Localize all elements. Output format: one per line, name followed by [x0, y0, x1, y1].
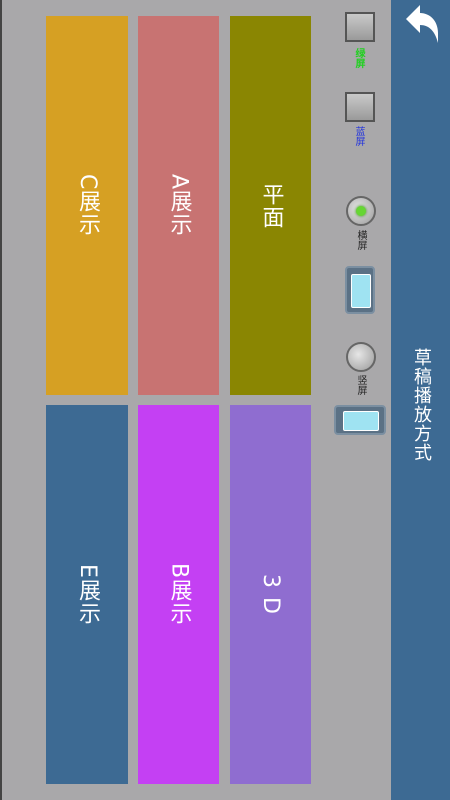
tile-e-display-label: E展示 — [75, 564, 100, 625]
tile-b-display-label: B展示 — [166, 563, 192, 626]
landscape-radio[interactable] — [346, 196, 376, 226]
tile-b-display[interactable]: B展示 — [138, 405, 219, 784]
blue-screen-label: 蓝屏 — [353, 126, 364, 146]
radio-selected-dot — [356, 206, 366, 216]
landscape-label: 横屏 — [355, 230, 366, 250]
left-edge-divider — [0, 0, 2, 800]
green-screen-checkbox[interactable] — [345, 12, 375, 42]
tile-flat[interactable]: 平面 — [230, 16, 311, 395]
green-screen-label: 绿屏 — [353, 48, 364, 68]
back-button[interactable] — [400, 2, 444, 46]
tile-a-display[interactable]: A展示 — [138, 16, 219, 395]
tile-a-display-label: A展示 — [166, 174, 192, 237]
tile-e-display[interactable]: E展示 — [46, 405, 128, 784]
back-arrow-icon — [406, 5, 438, 43]
portrait-label: 竖屏 — [355, 375, 366, 395]
portrait-device-icon — [334, 405, 386, 435]
app-screen: C展示 E展示 A展示 B展示 平面 3 D 绿屏 蓝屏 横屏 竖屏 草稿播放方… — [0, 0, 450, 800]
tile-3d[interactable]: 3 D — [230, 405, 311, 784]
tile-c-display-label: C展示 — [75, 174, 100, 237]
blue-screen-checkbox[interactable] — [345, 92, 375, 122]
sidebar-title-text: 草稿播放方式 — [411, 348, 432, 462]
tile-c-display[interactable]: C展示 — [46, 16, 128, 395]
portrait-radio[interactable] — [346, 342, 376, 372]
sidebar-title: 草稿播放方式 — [398, 340, 444, 470]
tile-3d-label: 3 D — [258, 574, 283, 615]
tile-flat-label: 平面 — [258, 182, 284, 229]
landscape-device-icon — [345, 266, 375, 314]
